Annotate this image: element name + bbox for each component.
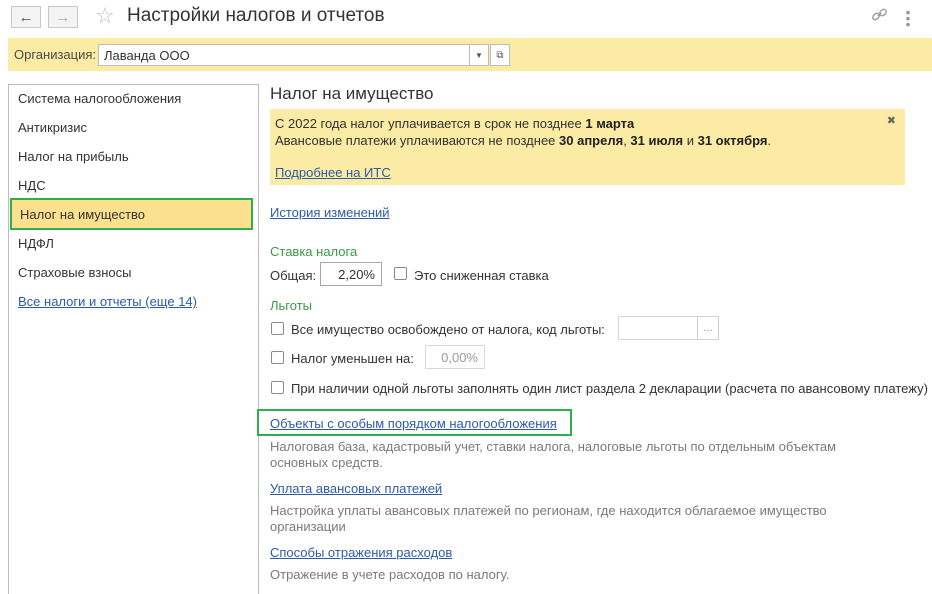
sidebar-item-vat[interactable]: НДС <box>18 178 46 193</box>
info-notice: С 2022 года налог уплачивается в срок не… <box>270 109 905 185</box>
arrow-right-icon: → <box>55 8 71 26</box>
notice-text: С 2022 года налог уплачивается в срок не… <box>275 116 586 131</box>
notice-text: и <box>683 133 698 148</box>
exempt-code-select-button[interactable]: ... <box>697 316 719 340</box>
reduced-tax-input[interactable]: 0,00% <box>425 345 485 369</box>
advance-payments-description: организации <box>270 519 346 534</box>
sidebar-item-anticrisis[interactable]: Антикризис <box>18 120 87 135</box>
reduced-tax-checkbox[interactable] <box>271 351 284 364</box>
exempt-checkbox[interactable] <box>271 322 284 335</box>
single-sheet-label: При наличии одной льготы заполнять один … <box>291 381 928 396</box>
close-icon[interactable]: ✖ <box>887 114 896 127</box>
special-objects-description: основных средств. <box>270 455 383 470</box>
organization-open-button[interactable]: ⧉ <box>490 44 510 66</box>
sidebar-item-tax-system[interactable]: Система налогообложения <box>18 91 181 106</box>
notice-text: . <box>767 133 772 148</box>
notice-bold-date: 31 октября <box>697 133 768 148</box>
expenses-description: Отражение в учете расходов по налогу. <box>270 567 510 582</box>
sidebar-item-insurance[interactable]: Страховые взносы <box>18 265 131 280</box>
organization-dropdown-button[interactable]: ▼ <box>469 44 489 66</box>
special-objects-link[interactable]: Объекты с особым порядком налогообложени… <box>270 416 557 431</box>
link-icon[interactable] <box>871 6 888 28</box>
reduced-rate-checkbox[interactable] <box>394 267 407 280</box>
notice-line-1: С 2022 года налог уплачивается в срок не… <box>275 116 634 131</box>
notice-bold-date: 31 июля <box>630 133 684 148</box>
history-link[interactable]: История изменений <box>270 205 390 220</box>
sidebar-item-label: Налог на имущество <box>20 207 146 222</box>
notice-its-link[interactable]: Подробнее на ИТС <box>275 165 391 180</box>
notice-bold-date: 30 апреля <box>559 133 624 148</box>
rate-section-label: Ставка налога <box>270 244 358 259</box>
sidebar-all-taxes-link[interactable]: Все налоги и отчеты (еще 14) <box>18 294 197 309</box>
reduced-tax-label: Налог уменьшен на: <box>291 351 414 366</box>
benefits-section-label: Льготы <box>270 298 313 313</box>
favorite-star-icon[interactable]: ☆ <box>95 3 115 29</box>
organization-input[interactable]: Лаванда ООО <box>98 44 470 66</box>
notice-text: Авансовые платежи уплачиваются не поздне… <box>275 133 560 148</box>
arrow-left-icon: ← <box>18 8 34 26</box>
expenses-link[interactable]: Способы отражения расходов <box>270 545 452 560</box>
more-menu-icon[interactable]: • • • <box>905 5 911 31</box>
rate-general-label: Общая: <box>270 268 317 283</box>
forward-button[interactable]: → <box>48 6 78 28</box>
special-objects-description: Налоговая база, кадастровый учет, ставки… <box>270 439 837 454</box>
exempt-code-input[interactable] <box>618 316 698 340</box>
advance-payments-link[interactable]: Уплата авансовых платежей <box>270 481 442 496</box>
section-heading: Налог на имущество <box>270 84 434 103</box>
sidebar-item-profit-tax[interactable]: Налог на прибыль <box>18 149 129 164</box>
ellipsis-icon: ... <box>703 322 713 334</box>
exempt-label: Все имущество освобождено от налога, код… <box>291 322 605 337</box>
triangle-down-icon: ▼ <box>475 50 483 60</box>
advance-payments-description: Настройка уплаты авансовых платежей по р… <box>270 503 827 518</box>
sidebar-item-property-tax[interactable]: Налог на имущество <box>10 198 253 230</box>
organization-label: Организация: <box>14 47 97 62</box>
notice-bold-date: 1 марта <box>585 116 635 131</box>
back-button[interactable]: ← <box>11 6 41 28</box>
single-sheet-checkbox[interactable] <box>271 381 284 394</box>
sidebar-item-ndfl[interactable]: НДФЛ <box>18 236 54 251</box>
notice-line-2: Авансовые платежи уплачиваются не поздне… <box>275 133 771 148</box>
page-title: Настройки налогов и отчетов <box>127 5 385 26</box>
open-window-icon: ⧉ <box>496 49 504 61</box>
link-icon-svg <box>872 8 887 21</box>
rate-general-input[interactable]: 2,20% <box>320 262 382 286</box>
reduced-rate-label: Это сниженная ставка <box>414 268 549 283</box>
